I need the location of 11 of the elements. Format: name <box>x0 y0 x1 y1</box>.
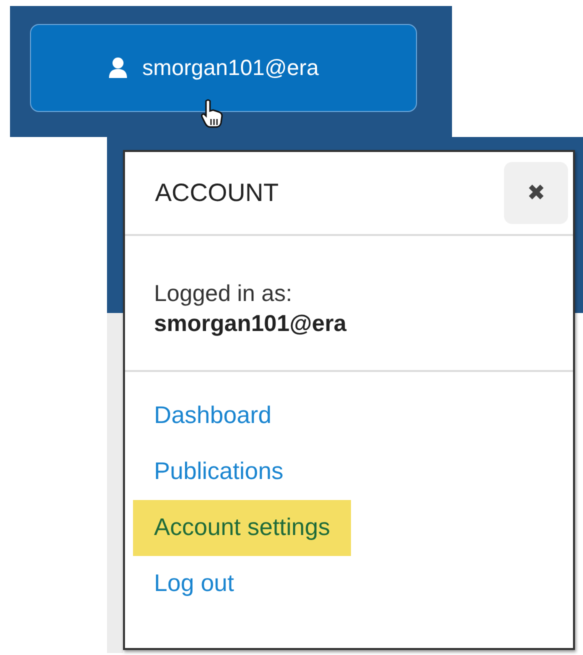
menu-link[interactable]: Log out <box>133 556 256 612</box>
menu-link[interactable]: Publications <box>133 444 304 500</box>
menu-link[interactable]: Account settings <box>133 500 352 556</box>
logged-in-label: Logged in as: <box>154 279 292 308</box>
close-button[interactable]: ✖ <box>504 162 568 224</box>
username: smorgan101@era <box>154 309 346 338</box>
menu-link[interactable]: Dashboard <box>133 388 292 444</box>
popup-title: ACCOUNT <box>155 178 279 208</box>
hand-cursor-icon <box>200 99 224 129</box>
account-button[interactable]: smorgan101@era <box>30 24 417 112</box>
user-icon <box>108 57 128 79</box>
